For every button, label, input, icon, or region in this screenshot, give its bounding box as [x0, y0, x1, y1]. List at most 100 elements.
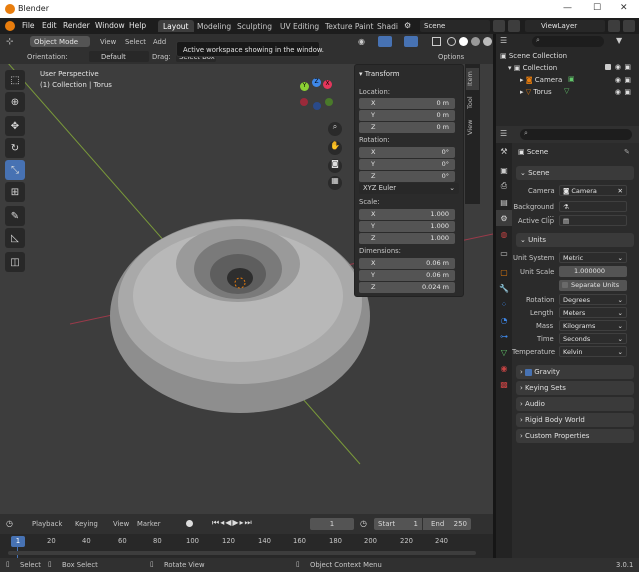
custom-properties-panel-header[interactable]: › Custom Properties — [516, 429, 634, 443]
dimensions-z-field[interactable]: Z 0.024 m — [359, 282, 455, 293]
orientation-dropdown[interactable]: Default — [89, 51, 149, 62]
transform-panel-title[interactable]: ▾ Transform — [359, 70, 400, 78]
eye-icon[interactable]: ◉ — [615, 76, 621, 84]
editor-type-icon[interactable]: ⊹ — [6, 37, 14, 47]
scale-y-field[interactable]: Y 1.000 — [359, 221, 455, 232]
move-tool-icon[interactable]: ✥ — [5, 116, 25, 136]
eye-icon[interactable]: ◉ — [615, 63, 621, 71]
new-scene-icon[interactable] — [493, 20, 505, 32]
menu-render[interactable]: Render — [63, 21, 90, 30]
menu-help[interactable]: Help — [129, 21, 146, 30]
properties-editor-icon[interactable]: ☰ — [500, 129, 507, 138]
current-frame-field[interactable]: 1 — [310, 518, 354, 530]
blender-menu-icon[interactable] — [5, 21, 15, 31]
marker-menu[interactable]: Marker — [137, 520, 161, 528]
background-field[interactable]: ⚗ — [559, 201, 627, 212]
workspace-tab-shading[interactable]: Shadi — [372, 20, 403, 32]
scene-tab-icon[interactable]: ⚙ — [496, 210, 512, 226]
temperature-dropdown[interactable]: Kelvin ⌄ — [559, 346, 627, 357]
solid-shading-icon[interactable] — [459, 37, 468, 46]
mass-dropdown[interactable]: Kilograms ⌄ — [559, 320, 627, 331]
camera-view-icon[interactable]: ◙ — [328, 159, 342, 173]
mode-selector[interactable]: Object Mode — [30, 36, 90, 47]
separate-units-checkbox[interactable]: Separate Units — [559, 280, 627, 291]
tool-tab-icon[interactable]: ⚒ — [496, 143, 512, 159]
scale-tool-icon[interactable]: ⤡ — [5, 160, 25, 180]
timeline-area[interactable]: 1 20 40 60 80 100 120 140 160 180 200 22… — [0, 534, 493, 558]
gizmo-neg-y-icon[interactable] — [325, 98, 333, 106]
texture-tab-icon[interactable]: ▩ — [496, 376, 512, 392]
cursor-tool-icon[interactable]: ⊕ — [5, 92, 25, 112]
gizmo-x-icon[interactable]: X — [323, 80, 332, 89]
scale-x-field[interactable]: X 1.000 — [359, 209, 455, 220]
gizmo-z-icon[interactable]: Z — [312, 78, 321, 87]
menu-select[interactable]: Select — [125, 38, 146, 46]
output-tab-icon[interactable]: ⎙ — [496, 178, 512, 194]
render-icon[interactable]: ▣ — [624, 88, 631, 96]
measure-tool-icon[interactable]: ◺ — [5, 228, 25, 248]
timeline-editor-icon[interactable]: ◷ — [6, 519, 13, 528]
rendered-shading-icon[interactable] — [483, 37, 492, 46]
outliner-editor-icon[interactable]: ☰ — [500, 36, 507, 45]
navigation-gizmo[interactable]: Z X Y — [298, 76, 338, 116]
playback-controls[interactable]: ⏮◂◀▶▸⏭ — [212, 518, 253, 528]
xray-toggle-icon[interactable] — [432, 37, 441, 46]
sidebar-tab-item[interactable]: Item — [466, 68, 479, 90]
maximize-button[interactable]: ☐ — [593, 3, 601, 13]
workspace-tab-layout[interactable]: Layout — [158, 20, 194, 32]
workspace-tab-texture-paint[interactable]: Texture Paint — [320, 20, 378, 32]
gravity-checkbox[interactable] — [525, 368, 533, 376]
menu-edit[interactable]: Edit — [42, 21, 57, 30]
mesh-data-tab-icon[interactable]: ▽ — [496, 344, 512, 360]
eye-icon[interactable]: ◉ — [615, 88, 621, 96]
workspace-tab-sculpting[interactable]: Sculpting — [232, 20, 277, 32]
units-panel-header[interactable]: ⌄ Units — [516, 233, 634, 247]
keying-sets-panel-header[interactable]: › Keying Sets — [516, 381, 634, 395]
wireframe-shading-icon[interactable] — [447, 37, 456, 46]
rotation-y-field[interactable]: Y 0° — [359, 159, 455, 170]
dimensions-x-field[interactable]: X 0.06 m — [359, 258, 455, 269]
rotation-mode-dropdown[interactable]: XYZ Euler ⌄ — [359, 183, 459, 194]
outliner-collection[interactable]: ▾ ▣ Collection ◉ ▣ — [508, 63, 633, 72]
location-y-field[interactable]: Y0 m — [359, 110, 455, 121]
delete-scene-icon[interactable] — [508, 20, 520, 32]
keying-menu[interactable]: Keying — [75, 520, 98, 528]
clock-icon[interactable]: ◷ — [360, 519, 367, 528]
rotation-units-dropdown[interactable]: Degrees ⌄ — [559, 294, 627, 305]
menu-window[interactable]: Window — [95, 21, 125, 30]
zoom-icon[interactable]: ⌕ — [328, 122, 342, 136]
particles-tab-icon[interactable]: ⁘ — [496, 296, 512, 312]
new-view-layer-icon[interactable] — [608, 20, 620, 32]
render-tab-icon[interactable]: ▣ — [496, 162, 512, 178]
sidebar-tab-tool[interactable]: Tool — [466, 92, 479, 114]
material-tab-icon[interactable]: ◉ — [496, 360, 512, 376]
scene-panel-header[interactable]: ⌄ Scene — [516, 166, 634, 180]
gizmo-toggle-icon[interactable] — [378, 36, 392, 47]
outliner-item-camera[interactable]: ▸ ◙ Camera ▣ ◉ ▣ — [520, 75, 633, 87]
properties-search-input[interactable]: ⌕ — [520, 129, 632, 140]
unit-system-dropdown[interactable]: Metric ⌄ — [559, 252, 627, 263]
render-icon[interactable]: ▣ — [624, 63, 631, 71]
gizmo-neg-z-icon[interactable] — [313, 102, 321, 110]
modifier-tab-icon[interactable]: 🔧 — [496, 280, 512, 296]
render-icon[interactable]: ▣ — [624, 76, 631, 84]
active-clip-field[interactable]: ▤ — [559, 215, 627, 226]
physics-tab-icon[interactable]: ◔ — [496, 312, 512, 328]
filter-icon[interactable]: ▼ — [616, 36, 622, 45]
timeline-view-menu[interactable]: View — [113, 520, 129, 528]
perspective-grid-icon[interactable]: ▦ — [328, 176, 342, 190]
gizmo-y-icon[interactable]: Y — [300, 82, 309, 91]
scene-icon[interactable]: ⚙ — [404, 21, 411, 30]
transform-tool-icon[interactable]: ⊞ — [5, 182, 25, 202]
record-icon[interactable] — [186, 520, 193, 527]
length-dropdown[interactable]: Meters ⌄ — [559, 307, 627, 318]
collection-tab-icon[interactable]: ▭ — [496, 245, 512, 261]
gravity-panel-header[interactable]: › Gravity — [516, 365, 634, 379]
constraints-tab-icon[interactable]: ⊶ — [496, 328, 512, 344]
view-layer-tab-icon[interactable]: ▤ — [496, 194, 512, 210]
view-layer-selector[interactable]: ViewLayer — [525, 20, 605, 32]
camera-field[interactable]: ◙ Camera ✕ — [559, 185, 627, 196]
rotation-z-field[interactable]: Z 0° — [359, 171, 455, 182]
audio-panel-header[interactable]: › Audio — [516, 397, 634, 411]
pan-hand-icon[interactable]: ✋ — [328, 141, 342, 155]
